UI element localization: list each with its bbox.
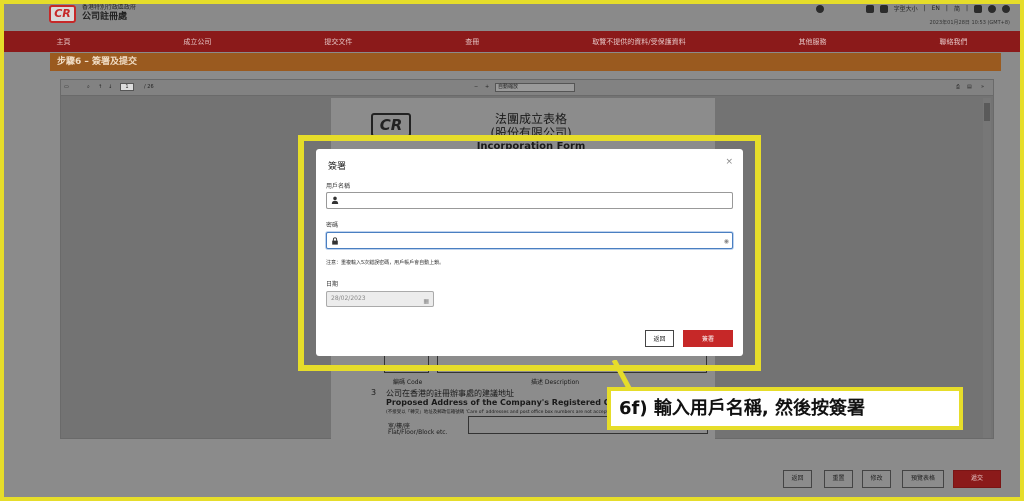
print-icon[interactable] bbox=[974, 4, 982, 13]
viewer-scrollbar[interactable] bbox=[983, 98, 991, 438]
question-icon[interactable] bbox=[988, 4, 996, 13]
date-label: 日期 bbox=[326, 281, 339, 288]
datetime: 2023年01月28日 10:53 (GMT+8) bbox=[929, 20, 1010, 26]
flat-label-en: Flat/Floor/Block etc. bbox=[388, 429, 448, 436]
sign-dialog: 簽署 × 用戶名稱 密碼 ◉ 注意：重複輸入5次錯誤密碼，用戶帳戶會自動上鎖。 … bbox=[316, 149, 743, 356]
page-number-input[interactable]: 1 bbox=[120, 83, 134, 91]
nav-item-protected-info[interactable]: 取覽不提供的資料/受保護資料 bbox=[592, 37, 685, 47]
dialog-back-button[interactable]: 返回 bbox=[645, 330, 674, 347]
scrollbar-thumb[interactable] bbox=[984, 103, 990, 121]
preview-form-button[interactable]: 預覽表格 bbox=[902, 470, 944, 488]
print-icon[interactable]: ⎙ bbox=[956, 84, 960, 90]
section-3: 3 公司在香港的註冊辦事處的建議地址 Proposed Address of t… bbox=[371, 388, 693, 415]
utility-bar: 字型大小 | EN | 简 | bbox=[815, 4, 1010, 13]
show-password-icon[interactable]: ◉ bbox=[724, 238, 729, 245]
code-label: 編碼 Code bbox=[393, 379, 423, 386]
description-label: 描述 Description bbox=[531, 379, 580, 386]
zoom-in-icon[interactable]: + bbox=[485, 84, 489, 90]
share-icon[interactable] bbox=[1002, 4, 1010, 13]
nav-item-other[interactable]: 其他服務 bbox=[799, 37, 827, 47]
cart-icon[interactable] bbox=[865, 4, 874, 13]
zoom-select[interactable]: 自動縮放 bbox=[495, 83, 575, 92]
nav-item-home[interactable]: 主頁 bbox=[56, 37, 70, 47]
cr-logo[interactable]: CR bbox=[49, 5, 76, 23]
org-name: 香港特別行政區政府 公司註冊處 bbox=[82, 4, 136, 23]
zoom-out-icon[interactable]: − bbox=[474, 84, 478, 90]
nav-item-search[interactable]: 查冊 bbox=[465, 37, 479, 47]
reset-button[interactable]: 重置 bbox=[824, 470, 853, 488]
main-nav: 主頁 成立公司 提交文件 查冊 取覽不提供的資料/受保護資料 其他服務 聯絡我們 bbox=[0, 31, 1024, 52]
top-header: CR 香港特別行政區政府 公司註冊處 字型大小 | EN | 简 | 2023年… bbox=[0, 0, 1024, 30]
submit-button[interactable]: 遞交 bbox=[953, 470, 1001, 488]
dialog-sign-button[interactable]: 簽署 bbox=[683, 330, 733, 347]
org-line-1: 香港特別行政區政府 bbox=[82, 4, 137, 11]
step-title: 步驟6 – 簽署及提交 bbox=[50, 53, 1001, 71]
username-input[interactable] bbox=[326, 192, 733, 209]
edit-button[interactable]: 修改 bbox=[862, 470, 891, 488]
lang-sc-link[interactable]: 简 bbox=[954, 4, 960, 13]
nav-item-incorporate[interactable]: 成立公司 bbox=[183, 37, 211, 47]
user-icon bbox=[331, 196, 339, 204]
prev-page-icon[interactable]: ↑ bbox=[98, 84, 102, 90]
lockout-note: 注意：重複輸入5次錯誤密碼，用戶帳戶會自動上鎖。 bbox=[326, 260, 445, 266]
password-input[interactable] bbox=[326, 232, 733, 249]
instruction-callout: 6f) 輸入用戶名稱, 然後按簽署 bbox=[607, 387, 963, 430]
password-label: 密碼 bbox=[326, 222, 339, 229]
save-icon[interactable]: ▤ bbox=[967, 84, 972, 90]
close-icon[interactable]: × bbox=[725, 157, 733, 167]
dialog-title: 簽署 bbox=[328, 162, 347, 172]
date-field: 28/02/2023 ▦ bbox=[326, 291, 434, 307]
sidebar-toggle-icon[interactable]: ▭ bbox=[64, 84, 69, 90]
lock-icon bbox=[332, 237, 338, 245]
username-label: 用戶名稱 bbox=[326, 183, 351, 190]
page-total: / 26 bbox=[144, 84, 154, 90]
mail-icon[interactable] bbox=[879, 4, 888, 13]
calendar-icon: ▦ bbox=[423, 298, 429, 305]
tools-icon[interactable]: » bbox=[981, 84, 984, 90]
lang-en-link[interactable]: EN bbox=[932, 5, 940, 12]
back-button[interactable]: 返回 bbox=[783, 470, 812, 488]
help-icon[interactable] bbox=[815, 4, 824, 13]
pdf-toolbar: ▭ ⌕ ↑ ↓ 1 / 26 − + 自動縮放 ⎙ ▤ » bbox=[61, 80, 993, 96]
font-size-link[interactable]: 字型大小 bbox=[894, 4, 918, 13]
org-line-2: 公司註冊處 bbox=[82, 12, 128, 22]
nav-item-submit[interactable]: 提交文件 bbox=[324, 37, 352, 47]
find-icon[interactable]: ⌕ bbox=[87, 84, 90, 90]
next-page-icon[interactable]: ↓ bbox=[108, 84, 112, 90]
document-logo: CR bbox=[371, 113, 411, 137]
nav-item-contact[interactable]: 聯絡我們 bbox=[939, 37, 967, 47]
